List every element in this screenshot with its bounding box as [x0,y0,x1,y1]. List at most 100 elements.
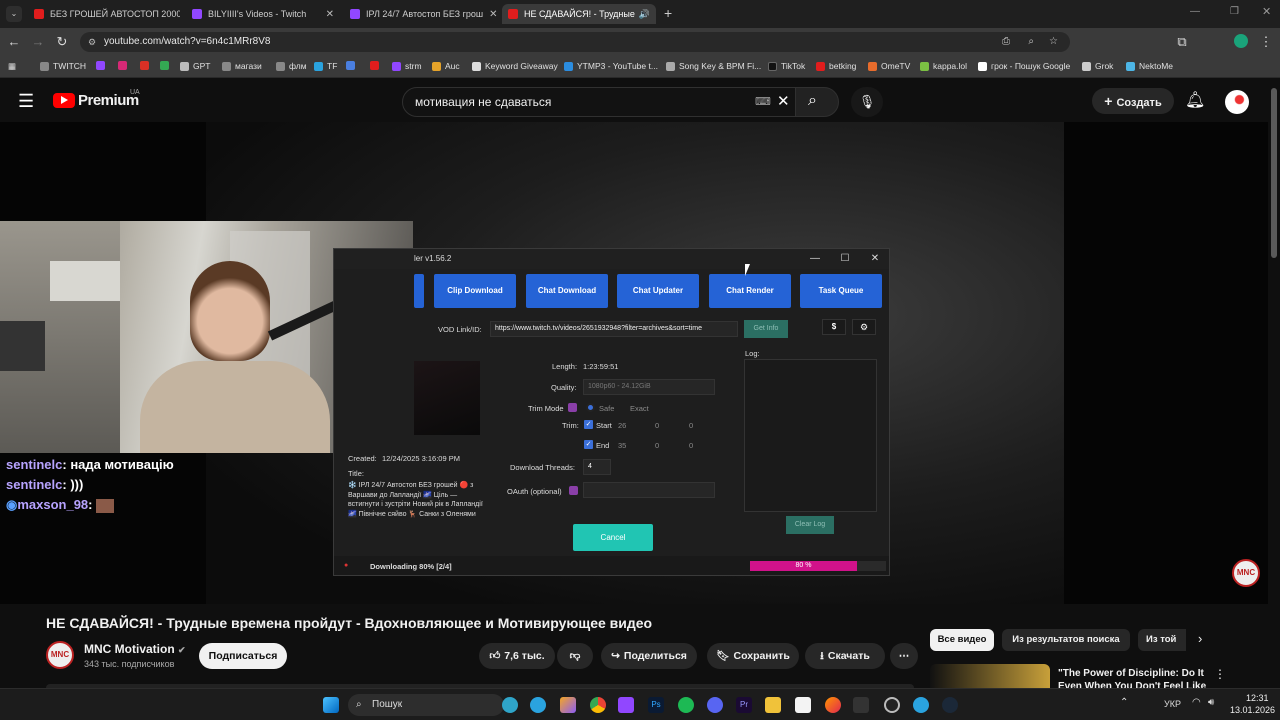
bookmark-item[interactable]: betking [816,61,856,71]
browser-tab[interactable]: БЕЗ ГРОШЕЙ АВТОСТОП 2000✕ [28,4,180,24]
browser-tab[interactable]: ІРЛ 24/7 Автостоп БЕЗ грош ✕ [344,4,498,24]
scrollbar[interactable] [1270,88,1278,688]
clock-date[interactable]: 13.01.2026 [1230,705,1275,715]
telegram-icon[interactable] [913,697,929,713]
tab-chat-render[interactable]: Chat Render [709,274,791,308]
wifi-icon[interactable]: ◠ [1192,697,1201,708]
start-minutes[interactable]: 0 [655,421,659,430]
notepad-icon[interactable] [795,697,811,713]
chip-same-channel[interactable]: Из той [1138,629,1186,651]
close-icon[interactable]: ✕ [320,9,334,20]
photoshop-icon[interactable]: Ps [648,697,664,713]
save-button[interactable]: 🔖︎ Сохранить [707,643,799,669]
menu-icon[interactable]: ⋮ [1258,34,1274,50]
tab-search-icon[interactable]: ⌄ [6,6,22,22]
maximize-icon[interactable]: ☐ [830,249,860,269]
start-seconds[interactable]: 0 [689,421,693,430]
oauth-input[interactable] [583,482,715,498]
end-minutes[interactable]: 0 [655,441,659,450]
browser-tab-active[interactable]: НЕ СДАВАЙСЯ! - Трудные🔊✕ [502,4,656,24]
star-icon[interactable]: ☆ [1049,32,1058,52]
chevron-right-icon[interactable]: › [1198,631,1202,646]
bookmark-item[interactable]: Keyword Giveaway [472,61,558,71]
maximize-icon[interactable]: ❐ [1230,6,1239,17]
browser-tab[interactable]: BILYIIII's Videos - Twitch ✕ [186,4,340,24]
telegram-icon[interactable] [530,697,546,713]
end-checkbox[interactable]: ✓ [584,440,593,449]
clear-log-button[interactable]: Clear Log [786,516,834,534]
vod-download-tab[interactable] [414,274,424,308]
bookmark-item[interactable]: kappa.lol [920,61,967,71]
bookmark-item[interactable] [140,61,153,70]
install-icon[interactable]: ⎙ [1002,32,1010,52]
tab-task-queue[interactable]: Task Queue [800,274,882,308]
bookmark-item[interactable]: TF [314,61,337,71]
bookmark-item[interactable]: TikTok [768,61,805,71]
search-input[interactable]: мотивация не сдаваться ⌨ ✕ [402,87,800,117]
extensions-icon[interactable]: ⧉ [1174,34,1190,50]
profile-avatar[interactable] [1234,34,1248,48]
chip-all-videos[interactable]: Все видео [930,629,994,651]
tray-language[interactable]: УКР [1164,699,1181,709]
address-bar[interactable]: ⚙ youtube.com/watch?v=6n4c1MRr8V8 ⎙ ⌕ ☆ [80,32,1070,52]
close-icon[interactable]: ✕ [483,9,497,20]
hamburger-menu-icon[interactable]: ☰ [18,91,34,112]
bookmark-item[interactable]: Auc [432,61,460,71]
tab-chat-download[interactable]: Chat Download [526,274,608,308]
bookmark-item[interactable] [346,61,359,70]
obs-icon[interactable] [884,697,900,713]
minimize-icon[interactable]: — [800,249,830,269]
tab-chat-updater[interactable]: Chat Updater [617,274,699,308]
zoom-icon[interactable]: ⌕ [1028,32,1034,52]
settings-gear-icon[interactable]: ⚙ [852,319,876,335]
site-info-icon[interactable]: ⚙ [88,32,96,52]
dislike-button[interactable]: 👎︎ [557,643,593,669]
bookmark-item[interactable]: TWITCH [40,61,86,71]
bookmark-item[interactable]: Grok [1082,61,1113,71]
bookmark-item[interactable]: грок - Пошук Google [978,61,1070,71]
copilot-icon[interactable] [560,697,576,713]
voice-search-button[interactable]: 🎙︎ [851,87,883,117]
quality-select[interactable]: 1080p60 - 24.12GiB [583,379,715,395]
close-icon[interactable]: ✕ [650,9,656,20]
notifications-bell-icon[interactable]: 🔔︎ [1185,90,1205,110]
firefox-icon[interactable] [825,697,841,713]
donate-button[interactable]: $ [822,319,846,335]
account-avatar[interactable] [1225,90,1249,114]
clock-time[interactable]: 12:31 [1246,693,1269,703]
start-hours[interactable]: 26 [618,421,626,430]
get-info-button[interactable]: Get Info [744,320,788,338]
start-checkbox[interactable]: ✓ [584,420,593,429]
close-icon[interactable]: ✕ [860,249,890,269]
spotify-icon[interactable] [678,697,694,713]
bookmark-item[interactable]: strm [392,61,422,71]
premiere-icon[interactable]: Pr [736,697,752,713]
radio-safe[interactable] [586,403,595,412]
search-button[interactable]: ⌕ [795,87,839,117]
youtube-logo[interactable]: Premium [53,92,139,109]
clear-search-icon[interactable]: ✕ [777,88,790,116]
bookmark-item[interactable] [370,61,383,70]
tray-chevron-icon[interactable]: ⌃ [1120,697,1128,708]
chip-from-search[interactable]: Из результатов поиска [1002,629,1130,651]
bookmark-item[interactable]: магази [222,61,262,71]
bookmark-item[interactable] [160,61,173,70]
twitch-app-icon[interactable] [618,697,634,713]
end-hours[interactable]: 35 [618,441,626,450]
rec-more-icon[interactable]: ⋮ [1214,667,1226,681]
bookmark-item[interactable] [96,61,109,70]
threads-input[interactable]: 4 [583,459,611,475]
volume-icon[interactable]: 🔊︎ [1208,697,1214,708]
bookmark-item[interactable]: YTMP3 - YouTube t... [564,61,658,71]
steam-icon[interactable] [942,697,958,713]
share-button[interactable]: ↪ Поделиться [601,643,697,669]
cancel-button[interactable]: Cancel [573,524,653,551]
file-explorer-icon[interactable] [765,697,781,713]
end-seconds[interactable]: 0 [689,441,693,450]
discord-icon[interactable] [707,697,723,713]
app-icon[interactable] [853,697,869,713]
help-icon[interactable] [568,403,577,412]
download-button[interactable]: ⭳ Скачать [805,643,885,669]
back-icon[interactable]: ← [6,34,22,50]
bookmark-item[interactable]: Song Key & BPM Fi... [666,61,761,71]
